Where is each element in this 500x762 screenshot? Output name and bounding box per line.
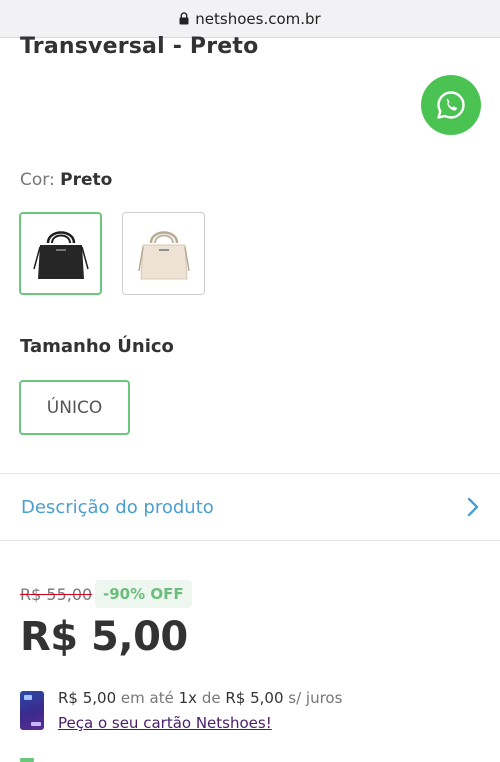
color-label-prefix: Cor: <box>20 170 55 190</box>
installments-text: R$ 5,00 em até 1x de R$ 5,00 s/ juros <box>58 689 342 707</box>
product-description-row[interactable]: Descrição do produto <box>0 474 500 540</box>
installment-mid: de <box>201 689 221 707</box>
whatsapp-icon <box>437 91 465 119</box>
color-option-cream[interactable] <box>122 212 205 295</box>
product-description-label: Descrição do produto <box>21 496 214 518</box>
installment-amount: R$ 5,00 <box>58 689 117 707</box>
discount-badge: -90% OFF <box>95 580 192 608</box>
cream-bag-image <box>137 230 190 279</box>
color-label: Cor: Preto <box>20 170 112 190</box>
old-price: R$ 55,00 <box>20 585 93 604</box>
credit-card-icon <box>20 691 44 730</box>
current-price: R$ 5,00 <box>20 614 188 660</box>
color-option-black[interactable] <box>19 212 102 295</box>
size-option-unico[interactable]: ÚNICO <box>19 380 130 435</box>
black-bag-image <box>32 230 89 279</box>
browser-url-bar[interactable]: netshoes.com.br <box>0 0 500 38</box>
installment-suffix: s/ juros <box>288 689 343 707</box>
installment-value: R$ 5,00 <box>225 689 284 707</box>
lock-icon <box>179 12 189 25</box>
divider <box>0 540 500 541</box>
whatsapp-button[interactable] <box>421 75 481 135</box>
color-selected-value: Preto <box>60 170 113 190</box>
card-application-link[interactable]: Peça o seu cartão Netshoes! <box>58 714 272 732</box>
url-text: netshoes.com.br <box>195 9 321 28</box>
size-title: Tamanho Único <box>20 336 174 357</box>
chevron-right-icon <box>467 497 479 517</box>
installment-count: 1x <box>178 689 198 707</box>
installment-prefix: em até <box>120 689 174 707</box>
partial-element <box>20 758 34 762</box>
product-title: Transversal - Preto <box>20 34 259 59</box>
